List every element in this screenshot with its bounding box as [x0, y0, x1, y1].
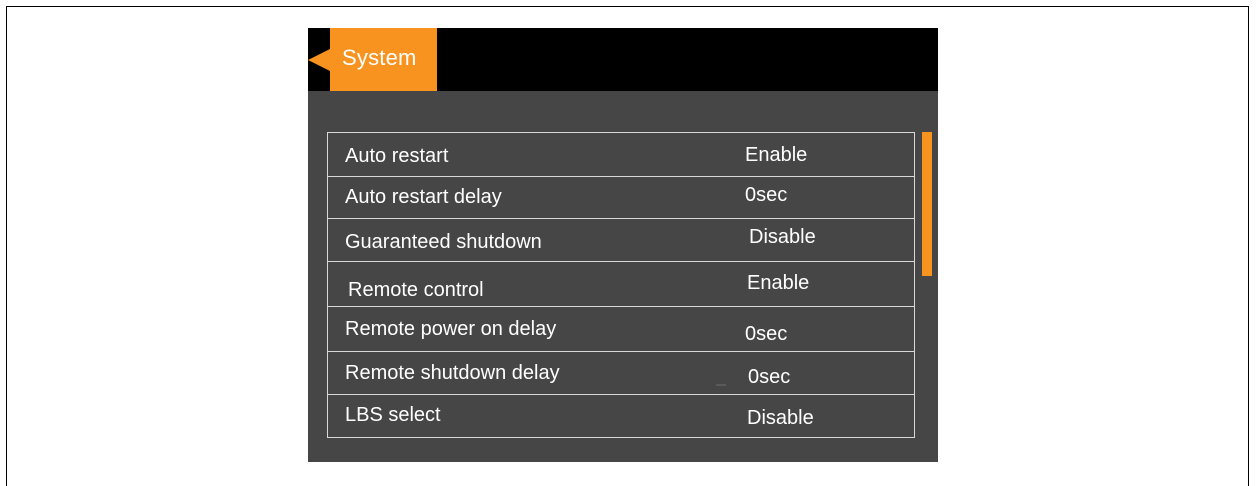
setting-value[interactable]: 0sec — [748, 366, 790, 389]
setting-row-remote-shutdown-delay[interactable]: Remote shutdown delay 0sec — [328, 352, 914, 395]
setting-value[interactable]: Enable — [747, 272, 809, 295]
setting-value[interactable]: Disable — [747, 407, 814, 430]
setting-value[interactable]: 0sec — [745, 184, 787, 207]
setting-label: LBS select — [345, 404, 441, 426]
setting-label: Remote shutdown delay — [345, 362, 560, 384]
back-button[interactable]: System — [330, 28, 437, 91]
setting-row-auto-restart[interactable]: Auto restart Enable — [328, 133, 914, 177]
settings-list: Auto restart Enable Auto restart delay 0… — [327, 132, 915, 438]
setting-label: Auto restart — [345, 145, 449, 167]
setting-row-guaranteed-shutdown[interactable]: Guaranteed shutdown Disable — [328, 219, 914, 262]
setting-row-auto-restart-delay[interactable]: Auto restart delay 0sec — [328, 177, 914, 219]
setting-value[interactable]: 0sec — [745, 323, 787, 346]
setting-label: Auto restart delay — [345, 186, 502, 208]
title-bar: System — [308, 28, 938, 91]
setting-label: Remote power on delay — [345, 318, 557, 340]
setting-label: Remote control — [348, 279, 484, 301]
setting-value[interactable]: Disable — [749, 226, 816, 249]
setting-row-lbs-select[interactable]: LBS select Disable — [328, 395, 914, 437]
display-artifact — [716, 384, 726, 386]
setting-row-remote-power-on-delay[interactable]: Remote power on delay 0sec — [328, 307, 914, 352]
setting-label: Guaranteed shutdown — [345, 231, 542, 253]
setting-value[interactable]: Enable — [745, 144, 807, 167]
system-settings-screen: System Auto restart Enable Auto restart … — [308, 28, 938, 462]
setting-row-remote-control[interactable]: Remote control Enable — [328, 262, 914, 307]
page-title: System — [342, 45, 417, 70]
back-arrow-icon[interactable] — [308, 49, 330, 71]
scrollbar-thumb[interactable] — [922, 132, 932, 276]
